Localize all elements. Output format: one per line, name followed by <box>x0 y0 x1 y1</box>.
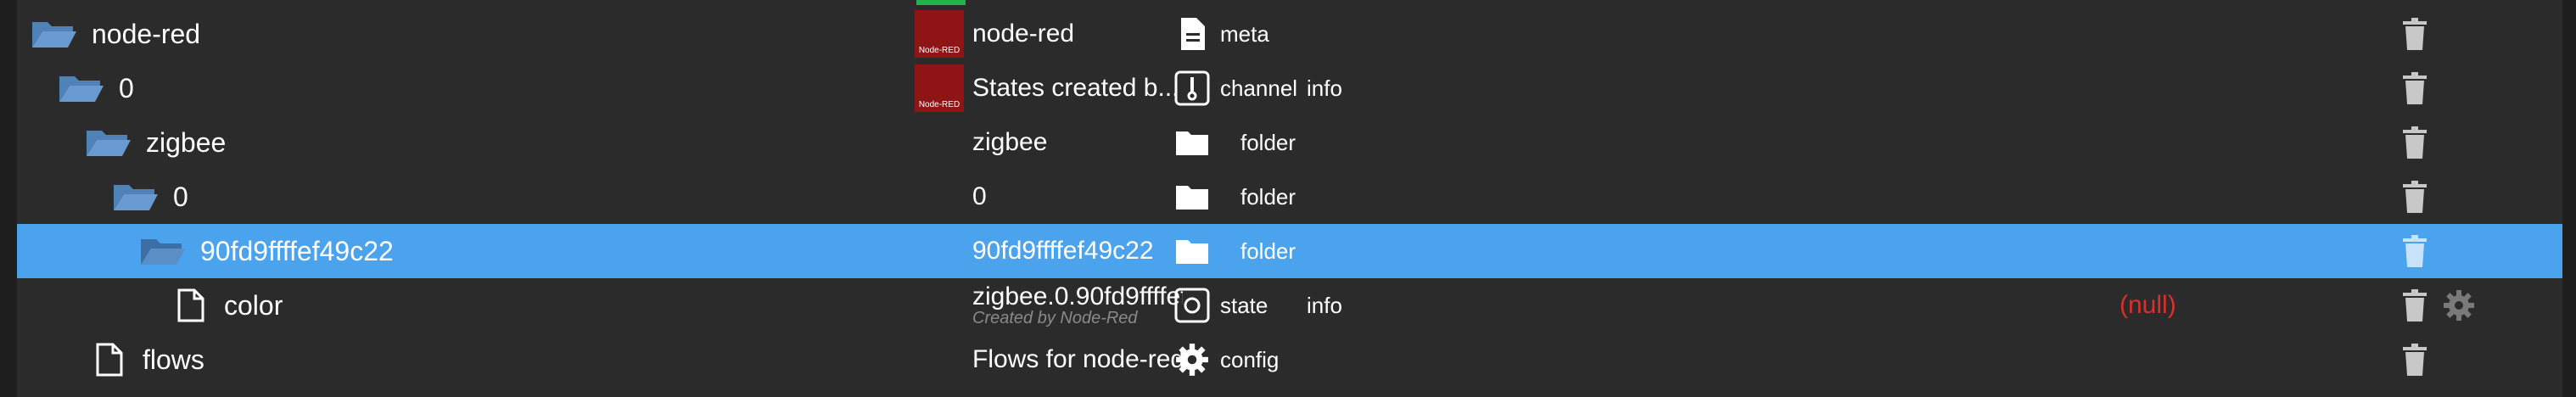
tree-item-label[interactable]: zigbee <box>146 127 226 159</box>
table-row[interactable]: 0 Node-RED States created b... channel i… <box>17 61 2562 115</box>
object-role: info <box>1307 292 1342 318</box>
folder-icon <box>1174 115 1210 170</box>
object-role: info <box>1307 75 1342 101</box>
settings-gear-icon[interactable] <box>2442 278 2476 333</box>
object-type: folder <box>1240 129 1296 155</box>
delete-icon[interactable] <box>2403 224 2427 278</box>
folder-open-icon[interactable] <box>31 7 78 61</box>
delete-icon[interactable] <box>2403 333 2427 387</box>
delete-icon[interactable] <box>2403 170 2427 224</box>
table-row[interactable]: node-red Node-RED node-red meta <box>17 7 2562 61</box>
object-subtitle: Created by Node-Red <box>972 309 1138 328</box>
object-name: zigbee <box>972 128 1048 156</box>
table-row[interactable]: color zigbee.0.90fd9ffffef Created by No… <box>17 278 2562 333</box>
delete-icon[interactable] <box>2403 61 2427 115</box>
folder-open-icon[interactable] <box>139 224 187 278</box>
tree-item-label[interactable]: 90fd9ffffef49c22 <box>200 236 394 267</box>
object-type: meta <box>1220 20 1269 47</box>
delete-icon[interactable] <box>2403 7 2427 61</box>
object-name: States created b... <box>972 74 1179 102</box>
delete-icon[interactable] <box>2403 115 2427 170</box>
object-name: zigbee.0.90fd9ffffef <box>972 282 1183 310</box>
object-type: config <box>1220 346 1280 372</box>
status-indicator <box>916 0 966 5</box>
folder-open-icon[interactable] <box>112 170 160 224</box>
channel-icon <box>1174 61 1210 115</box>
state-icon <box>1174 278 1210 333</box>
table-row[interactable]: zigbee zigbee folder <box>17 115 2562 170</box>
folder-open-icon[interactable] <box>85 115 132 170</box>
object-name: node-red <box>972 20 1075 48</box>
table-row[interactable]: 0 0 folder <box>17 170 2562 224</box>
node-red-logo: Node-RED <box>915 10 964 58</box>
state-value[interactable]: (null) <box>2120 291 2176 320</box>
file-icon[interactable] <box>176 278 205 333</box>
tree-item-label[interactable]: 0 <box>119 73 134 104</box>
file-icon[interactable] <box>95 333 124 387</box>
tree-item-label[interactable]: 0 <box>173 182 188 213</box>
table-row[interactable]: flows Flows for node-red config <box>17 333 2562 387</box>
node-red-logo: Node-RED <box>915 64 964 112</box>
gear-icon <box>1174 333 1210 387</box>
folder-icon <box>1174 224 1210 278</box>
object-name: 90fd9ffffef49c22 <box>972 237 1154 265</box>
object-type: channel <box>1220 75 1298 101</box>
folder-open-icon[interactable] <box>58 61 105 115</box>
object-type: folder <box>1240 238 1296 264</box>
object-type: folder <box>1240 183 1296 210</box>
tree-item-label[interactable]: flows <box>143 344 204 376</box>
object-type: state <box>1220 292 1268 318</box>
table-row-selected[interactable]: 90fd9ffffef49c22 90fd9ffffef49c22 folder <box>17 224 2562 278</box>
tree-item-label[interactable]: node-red <box>92 19 200 50</box>
object-name: Flows for node-red <box>972 345 1183 373</box>
document-icon <box>1174 7 1210 61</box>
delete-icon[interactable] <box>2403 278 2427 333</box>
object-name: 0 <box>972 182 987 210</box>
tree-item-label[interactable]: color <box>224 290 283 322</box>
folder-icon <box>1174 170 1210 224</box>
